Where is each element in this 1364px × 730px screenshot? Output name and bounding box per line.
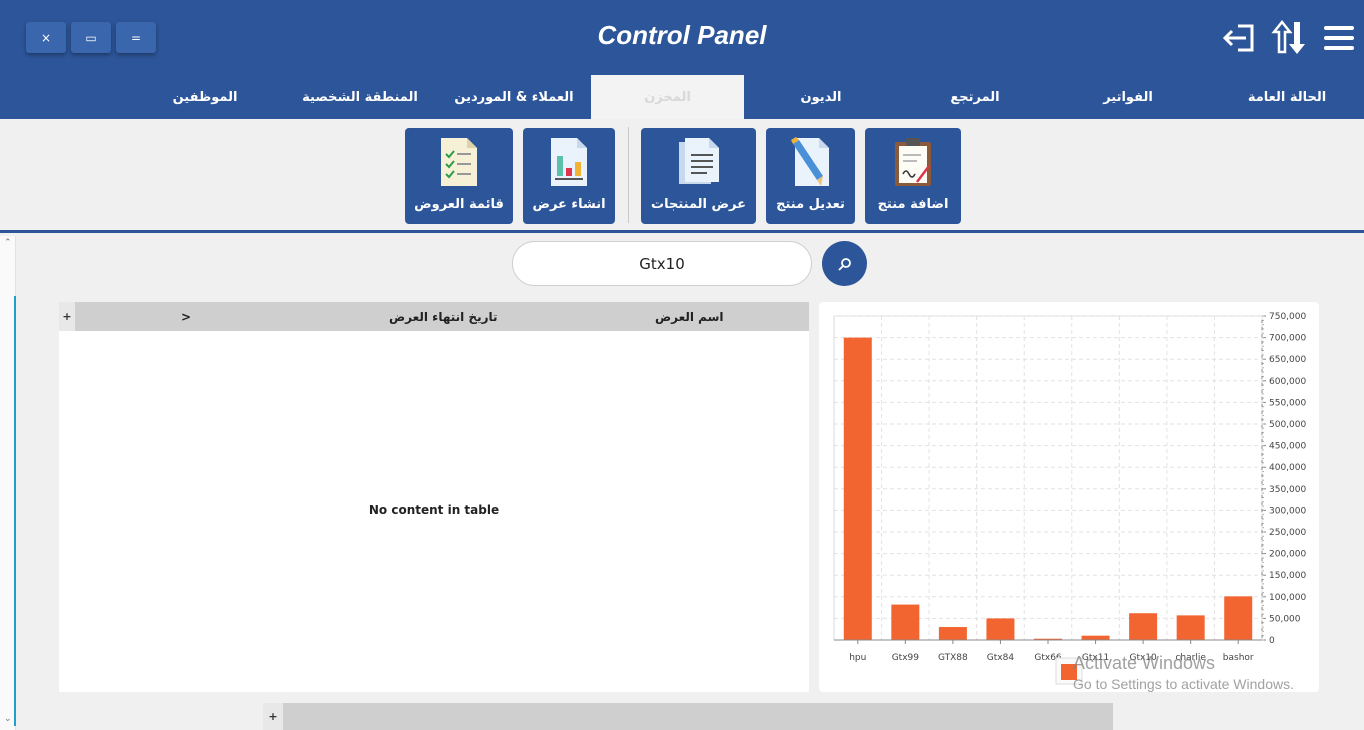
- vertical-scrollbar[interactable]: ⌃ ⌄: [0, 236, 16, 730]
- tab-general-status[interactable]: الحالة العامة: [1232, 75, 1342, 119]
- create-offer-button[interactable]: انشاء عرض: [523, 128, 615, 224]
- create-offer-label: انشاء عرض: [532, 197, 606, 212]
- tab-returns[interactable]: المرتجع: [930, 75, 1020, 119]
- scroll-up-icon[interactable]: ⌃: [4, 238, 12, 248]
- search-input[interactable]: [512, 241, 812, 286]
- y-tick-label: 150,000: [1269, 571, 1306, 581]
- table-header: + اسم العرض تاريخ انتهاء العرض >: [59, 302, 809, 331]
- bottom-add-button[interactable]: +: [263, 703, 283, 730]
- watermark-line1: Activate Windows: [1073, 653, 1216, 673]
- bar-bashor: [1224, 596, 1253, 640]
- bar-Gtx11: [1081, 635, 1110, 640]
- y-tick-label: 500,000: [1269, 420, 1306, 430]
- logout-icon[interactable]: [1220, 18, 1260, 58]
- app-title: Control Panel: [597, 20, 767, 50]
- y-tick-label: 450,000: [1269, 442, 1306, 452]
- x-tick-label: hpu: [849, 653, 866, 663]
- checklist-icon: [441, 138, 477, 186]
- tab-personal-area[interactable]: المنطقة الشخصية: [290, 75, 430, 119]
- x-tick-label: GTX88: [938, 653, 968, 663]
- y-tick-label: 50,000: [1269, 614, 1301, 624]
- y-tick-label: 350,000: [1269, 485, 1306, 495]
- bar-Gtx10: [1129, 613, 1158, 640]
- y-tick-label: 750,000: [1269, 312, 1306, 322]
- report-chart-icon: [551, 138, 587, 186]
- edit-product-button[interactable]: تعديل منتج: [766, 128, 855, 224]
- y-tick-label: 650,000: [1269, 355, 1306, 365]
- document-pen-icon: [790, 137, 829, 186]
- tab-invoices[interactable]: الفواتير: [1080, 75, 1176, 119]
- documents-icon: [678, 138, 719, 184]
- y-tick-label: 400,000: [1269, 463, 1306, 473]
- bar-chart: 0 50,000 100,000 150,000 200,000 250,000 300,0…: [833, 312, 1306, 685]
- activation-watermark: Activate Windows Go to Settings to activ…: [1073, 653, 1294, 692]
- tab-customers-suppliers[interactable]: العملاء & الموردين: [440, 75, 588, 119]
- scroll-accent: [14, 296, 16, 726]
- bar-charlie: [1176, 615, 1205, 640]
- main-tabs: الحالة العامة الفواتير المرتجع الديون ال…: [0, 75, 1364, 119]
- column-more[interactable]: >: [181, 302, 191, 331]
- scroll-down-icon[interactable]: ⌄: [4, 714, 12, 724]
- watermark-line2: Go to Settings to activate Windows.: [1073, 676, 1294, 692]
- y-tick-label: 600,000: [1269, 377, 1306, 387]
- y-tick-label: 300,000: [1269, 506, 1306, 516]
- x-tick-label: Gtx84: [987, 653, 1015, 663]
- sort-icon[interactable]: [1270, 18, 1310, 58]
- bar-hpu: [843, 337, 872, 640]
- add-product-label: اضافة منتج: [877, 197, 949, 212]
- edit-product-label: تعديل منتج: [776, 197, 845, 212]
- plot-area: [833, 315, 1263, 641]
- offers-list-button[interactable]: قائمة العروض: [405, 128, 513, 224]
- bar-GTX88: [938, 627, 967, 640]
- warehouse-toolbar: اضافة منتج تعديل منتج عرض المنتجات انشاء…: [0, 119, 1364, 233]
- y-tick-label: 100,000: [1269, 593, 1306, 603]
- search-icon: [837, 257, 851, 271]
- bottom-table-header: +: [263, 703, 1113, 730]
- tab-employees[interactable]: الموظفين: [160, 75, 250, 119]
- column-offer-expiry[interactable]: تاريخ انتهاء العرض: [389, 302, 498, 331]
- x-tick-label: Gtx99: [892, 653, 920, 663]
- empty-table-message: No content in table: [368, 503, 500, 517]
- y-tick-label: 250,000: [1269, 528, 1306, 538]
- title-bar: × ▭ = Control Panel الحالة العامة الفوات…: [0, 0, 1364, 119]
- y-tick-label: 0: [1269, 636, 1275, 646]
- y-tick-label: 550,000: [1269, 398, 1306, 408]
- tab-debts[interactable]: الديون: [775, 75, 867, 119]
- y-tick-label: 200,000: [1269, 550, 1306, 560]
- bar-Gtx99: [891, 604, 920, 640]
- sales-chart-panel: 0 50,000 100,000 150,000 200,000 250,000 300,0…: [819, 302, 1319, 692]
- table-add-column-button[interactable]: +: [59, 302, 75, 331]
- clipboard-icon: [895, 138, 931, 186]
- toolbar-divider: [628, 127, 629, 223]
- offers-list-label: قائمة العروض: [414, 197, 504, 212]
- search-button[interactable]: [822, 241, 867, 286]
- menu-icon[interactable]: [1320, 18, 1360, 58]
- view-products-button[interactable]: عرض المنتجات: [641, 128, 756, 224]
- tab-warehouse[interactable]: المخزن: [591, 75, 744, 119]
- view-products-label: عرض المنتجات: [651, 197, 746, 212]
- column-offer-name[interactable]: اسم العرض: [655, 302, 724, 331]
- offers-table: + اسم العرض تاريخ انتهاء العرض > No cont…: [59, 302, 809, 692]
- bar-Gtx84: [986, 618, 1015, 640]
- y-tick-label: 700,000: [1269, 334, 1306, 344]
- add-product-button[interactable]: اضافة منتج: [865, 128, 961, 224]
